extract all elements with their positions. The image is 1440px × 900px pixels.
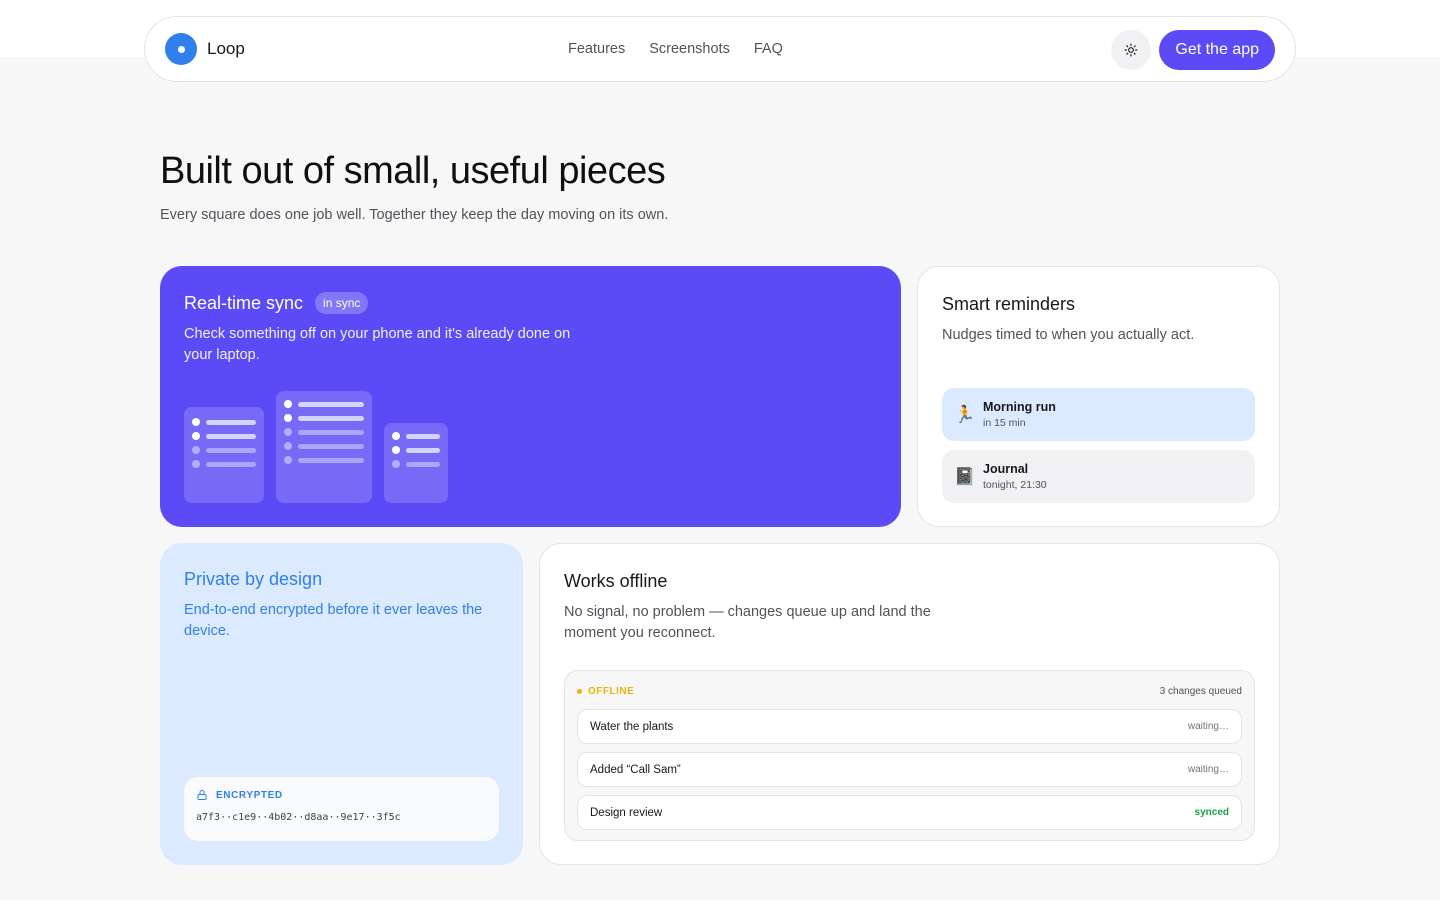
theme-toggle-button[interactable] [1111, 30, 1152, 70]
status-dot-icon [577, 688, 582, 694]
queue-item[interactable]: Water the plants waiting… [577, 709, 1242, 744]
brand-name: Loop [207, 39, 245, 58]
reminder-title: Morning run [983, 400, 1056, 414]
reminder-item[interactable]: 📓 Journal tonight, 21:30 [942, 450, 1255, 503]
cipher-text: a7f3··c1e9··4b02··d8aa··9e17··3f5c [196, 812, 401, 823]
reminders-card: Smart reminders Nudges timed to when you… [917, 266, 1280, 527]
device-illustration [184, 391, 448, 503]
queue-item[interactable]: Added “Call Sam” waiting… [577, 752, 1242, 787]
offline-status-label: OFFLINE [588, 685, 635, 697]
reminders-description: Nudges timed to when you actually act. [942, 327, 1195, 343]
nav-link-screenshots[interactable]: Screenshots [649, 41, 730, 57]
queue-list: Water the plants waiting… Added “Call Sa… [577, 709, 1242, 830]
offline-card: Works offline No signal, no problem — ch… [539, 543, 1280, 865]
reminder-item[interactable]: 🏃 Morning run in 15 min [942, 388, 1255, 441]
page-title: Built out of small, useful pieces [160, 150, 666, 192]
offline-status: OFFLINE [577, 686, 634, 697]
phone-illustration [184, 407, 264, 503]
navbar: Loop Features Screenshots FAQ Get the ap… [144, 16, 1296, 82]
sync-card: Real-time sync in sync Check something o… [160, 266, 901, 527]
queued-count: 3 changes queued [1159, 685, 1242, 697]
encryption-label: ENCRYPTED [216, 789, 283, 801]
get-app-button[interactable]: Get the app [1159, 30, 1275, 70]
watch-illustration [384, 423, 448, 503]
nav-links: Features Screenshots FAQ [568, 17, 783, 81]
nav-link-features[interactable]: Features [568, 41, 625, 57]
loop-logo-icon [165, 33, 197, 65]
nav-link-faq[interactable]: FAQ [754, 41, 783, 57]
queue-item-state: waiting… [1187, 764, 1229, 775]
encryption-panel: ENCRYPTED a7f3··c1e9··4b02··d8aa··9e17··… [184, 777, 499, 841]
reminder-title: Journal [983, 462, 1029, 476]
privacy-card: Private by design End-to-end encrypted b… [160, 543, 523, 865]
brand[interactable]: Loop [165, 33, 245, 65]
offline-description: No signal, no problem — changes queue up… [564, 604, 931, 641]
queue-item-name: Added “Call Sam” [590, 763, 681, 776]
queue-item-state: synced [1194, 807, 1229, 818]
sync-description: Check something off on your phone and it… [184, 326, 571, 363]
queue-item[interactable]: Design review synced [577, 795, 1242, 830]
sun-icon [1124, 43, 1138, 57]
laptop-illustration [276, 391, 372, 503]
running-icon: 🏃 [954, 404, 976, 424]
offline-title: Works offline [564, 571, 668, 591]
reminders-title: Smart reminders [942, 294, 1076, 314]
reminder-time: in 15 min [983, 417, 1026, 429]
sync-queue: OFFLINE 3 changes queued Water the plant… [564, 670, 1255, 841]
queue-item-state: waiting… [1187, 721, 1229, 732]
privacy-description: End-to-end encrypted before it ever leav… [184, 602, 483, 639]
nav-actions: Get the app [1111, 30, 1275, 70]
queue-item-name: Design review [590, 806, 663, 819]
lock-icon [197, 790, 207, 800]
sync-title: Real-time sync [184, 292, 304, 313]
page-subtitle: Every square does one job well. Together… [160, 207, 669, 223]
queue-item-name: Water the plants [590, 720, 674, 733]
notebook-icon: 📓 [954, 466, 976, 486]
sync-status-badge: in sync [315, 292, 369, 314]
reminder-time: tonight, 21:30 [983, 479, 1047, 491]
reminder-list: 🏃 Morning run in 15 min 📓 Journal tonigh… [942, 388, 1255, 503]
privacy-title: Private by design [184, 569, 323, 589]
